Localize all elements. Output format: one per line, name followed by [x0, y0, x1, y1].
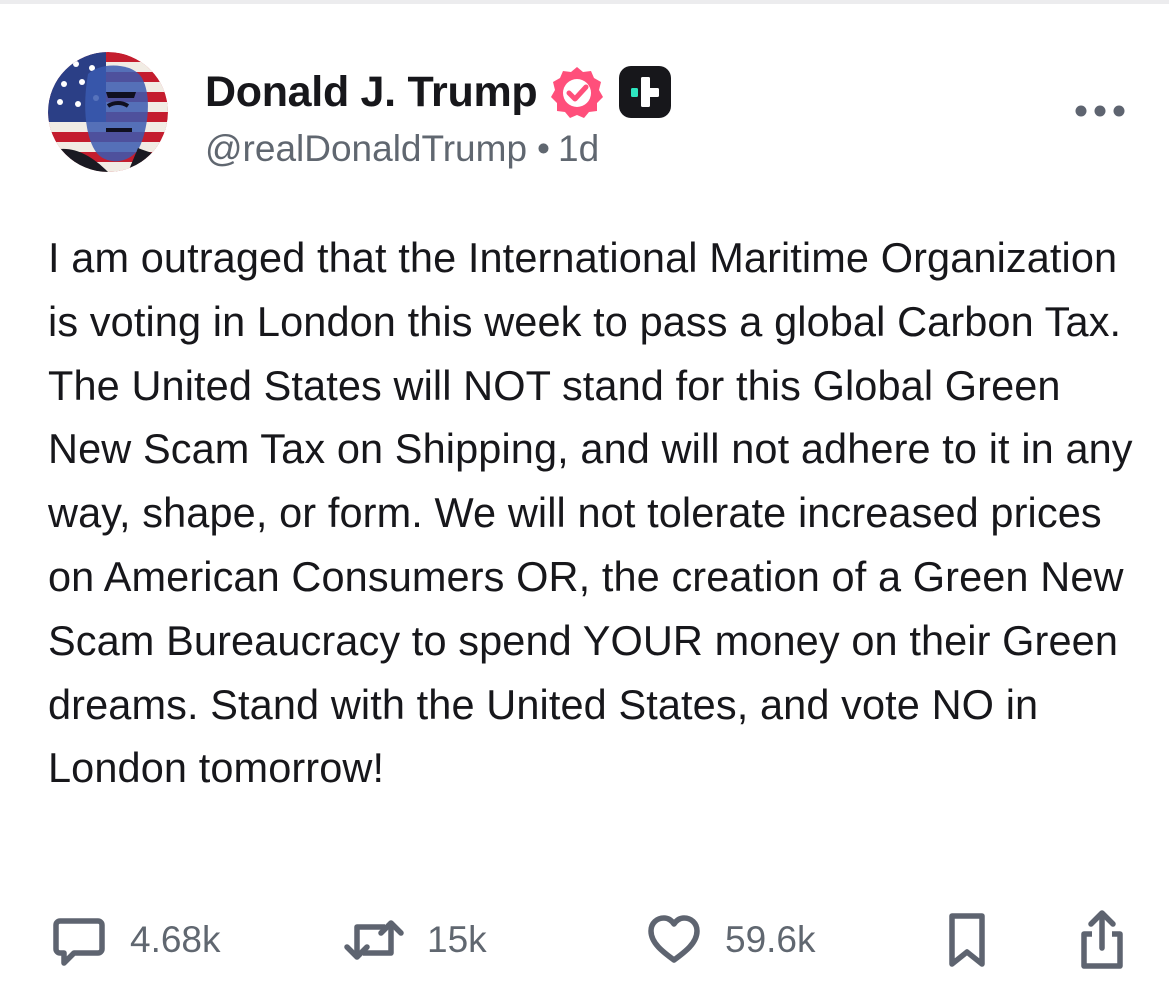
bookmark-icon	[949, 913, 985, 967]
author-display-name[interactable]: Donald J. Trump	[205, 68, 538, 117]
repost-icon	[344, 920, 404, 960]
avatar[interactable]	[48, 52, 168, 172]
verified-check-icon	[549, 64, 605, 120]
post-body-text: I am outraged that the International Mar…	[48, 234, 1133, 792]
like-count: 59.6k	[725, 919, 816, 960]
avatar-image	[48, 52, 168, 172]
post-action-bar: 4.68k 15k 59.6k	[0, 908, 1169, 972]
author-handle[interactable]: @realDonaldTrump	[205, 128, 527, 169]
ellipsis-icon	[1075, 105, 1125, 117]
separator-dot: •	[537, 128, 551, 169]
share-icon	[1081, 910, 1123, 969]
bookmark-button[interactable]	[944, 908, 990, 972]
author-name-row: Donald J. Trump	[205, 62, 673, 122]
author-handle-row: @realDonaldTrump • 1d	[205, 128, 599, 170]
repost-count: 15k	[427, 919, 487, 960]
more-options-button[interactable]	[1072, 96, 1128, 126]
share-button[interactable]	[1076, 908, 1128, 972]
reply-count: 4.68k	[130, 919, 221, 960]
heart-icon	[648, 915, 700, 963]
plus-icon	[617, 64, 673, 120]
reply-button[interactable]: 4.68k	[50, 908, 221, 972]
repost-button[interactable]: 15k	[343, 908, 487, 972]
post-time[interactable]: 1d	[558, 128, 599, 169]
reply-icon	[53, 918, 105, 966]
post-card: Donald J. Trump @realDonaldTrump • 1d I …	[0, 0, 1169, 1006]
like-button[interactable]: 59.6k	[645, 908, 816, 972]
